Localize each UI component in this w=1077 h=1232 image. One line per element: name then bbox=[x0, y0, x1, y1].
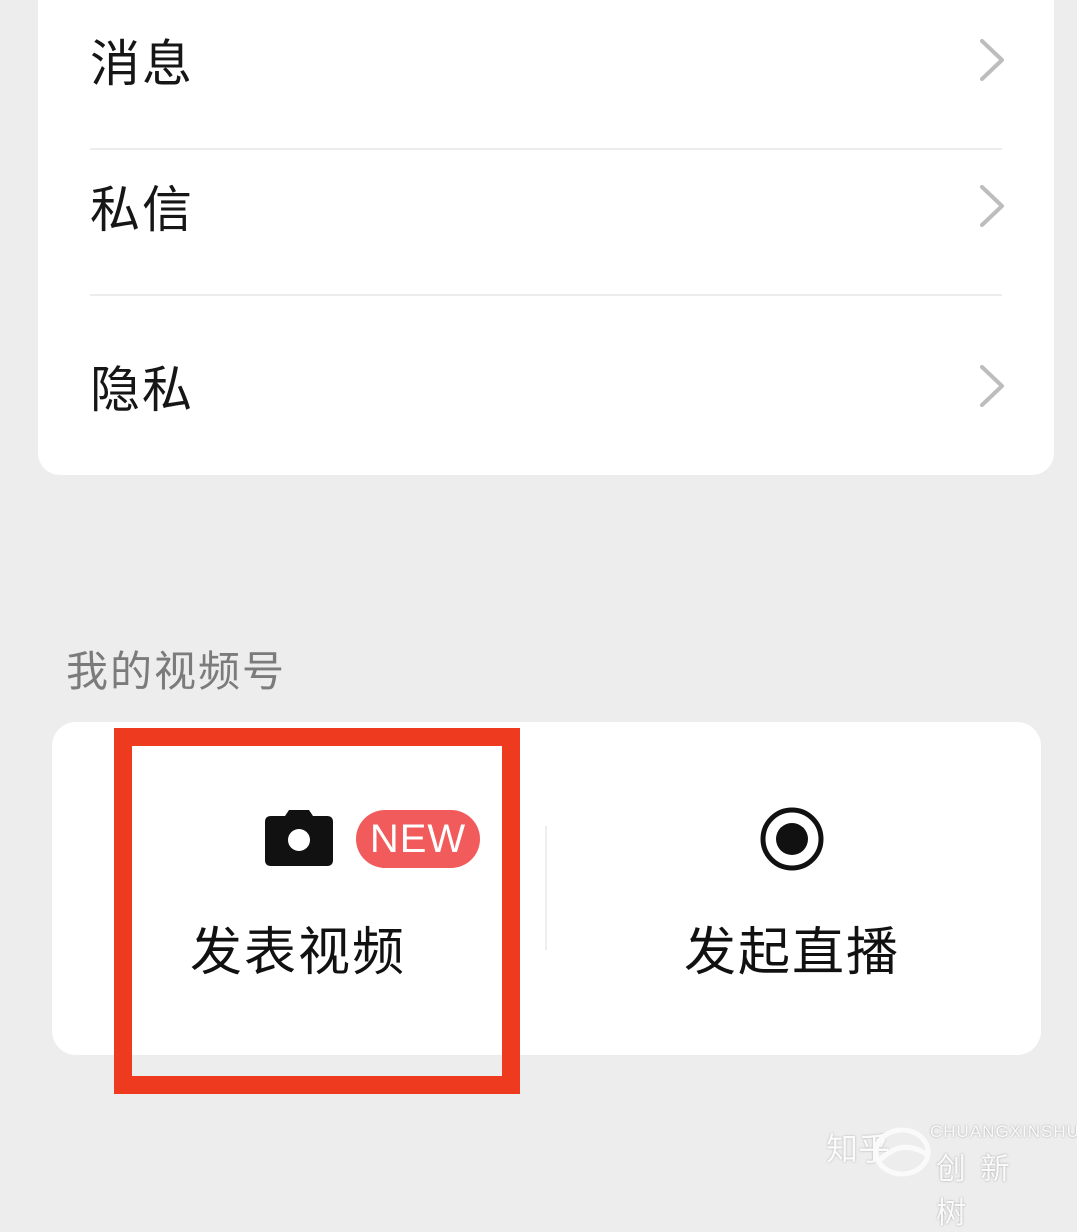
settings-item-label: 私信 bbox=[90, 181, 194, 239]
new-badge: NEW bbox=[356, 810, 480, 868]
channels-card: NEW 发表视频 发起直播 bbox=[52, 722, 1041, 1055]
publish-video-button[interactable]: NEW 发表视频 bbox=[52, 722, 546, 1055]
section-title-my-channels: 我的视频号 bbox=[66, 647, 287, 696]
chevron-right-icon bbox=[980, 39, 1004, 81]
start-live-label: 发起直播 bbox=[684, 923, 901, 983]
settings-item-label: 消息 bbox=[90, 35, 194, 93]
tree-logo-icon bbox=[873, 1127, 931, 1177]
settings-item-private-messages[interactable]: 私信 bbox=[38, 116, 1054, 296]
watermark-chinese: 创新树 bbox=[936, 1152, 1024, 1231]
settings-card: 消息 私信 隐私 bbox=[38, 0, 1054, 475]
settings-item-privacy[interactable]: 隐私 bbox=[38, 296, 1054, 475]
record-icon bbox=[760, 807, 824, 871]
watermark-pinyin: CHUANGXINSHU bbox=[930, 1122, 1077, 1141]
watermark: 知乎 CHUANGXINSHU 创新树 bbox=[826, 1118, 1077, 1231]
publish-video-label: 发表视频 bbox=[190, 923, 407, 983]
camera-icon bbox=[265, 810, 333, 866]
chevron-right-icon bbox=[980, 185, 1004, 227]
chevron-right-icon bbox=[980, 365, 1004, 407]
settings-item-label: 隐私 bbox=[90, 361, 194, 419]
start-live-button[interactable]: 发起直播 bbox=[546, 722, 1041, 1055]
